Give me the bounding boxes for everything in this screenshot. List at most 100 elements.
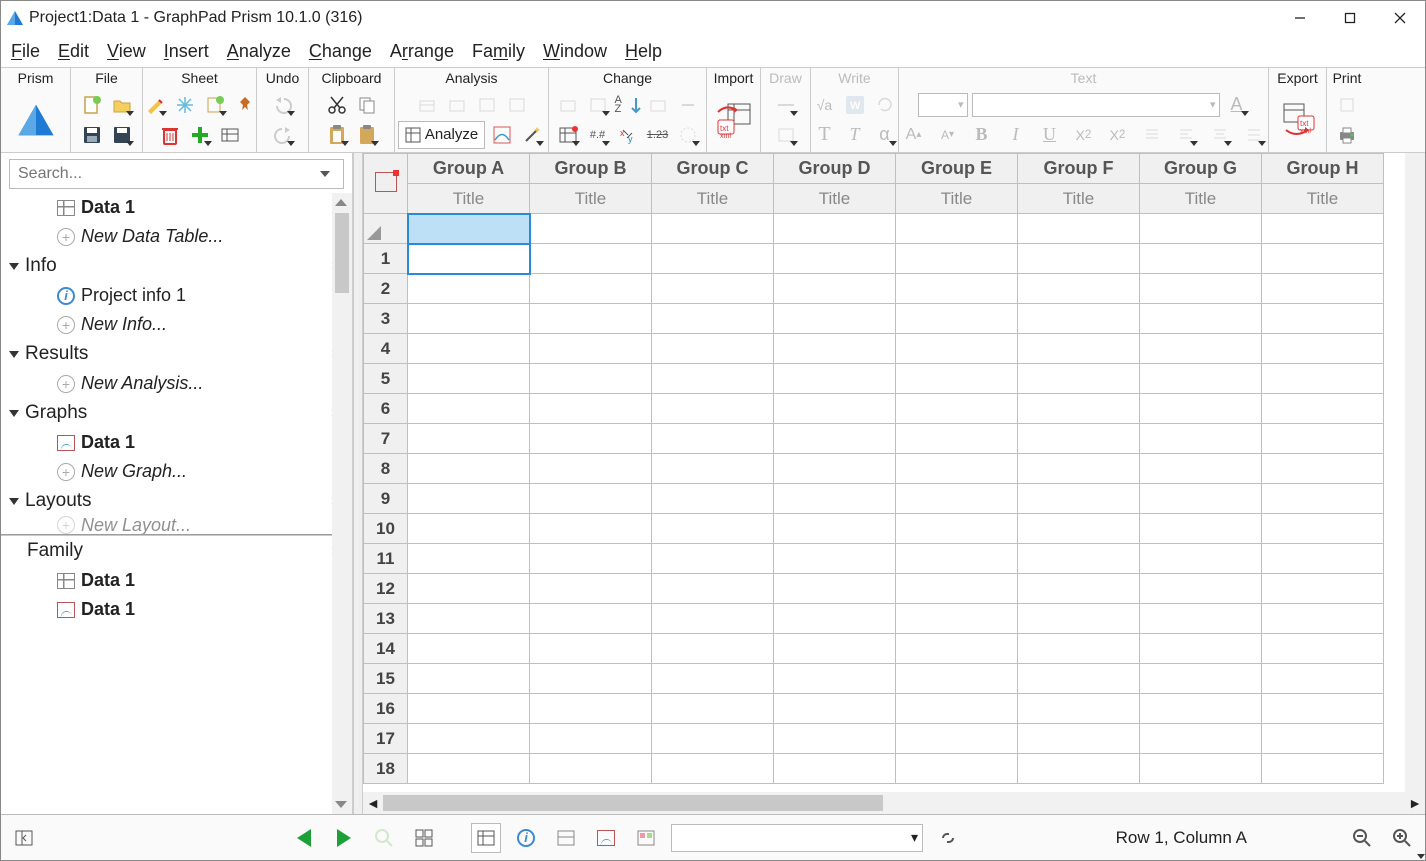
corner-cell[interactable] <box>364 154 408 214</box>
col-header-group-b[interactable]: Group B <box>530 154 652 184</box>
cell[interactable] <box>652 604 774 634</box>
col-header-group-e[interactable]: Group E <box>896 154 1018 184</box>
cell[interactable] <box>408 724 530 754</box>
col-title-h[interactable]: Title <box>1262 184 1384 214</box>
cell[interactable] <box>1018 514 1140 544</box>
save-icon[interactable] <box>79 122 105 148</box>
menu-view[interactable]: View <box>107 41 146 62</box>
cell[interactable] <box>408 514 530 544</box>
cell[interactable] <box>530 334 652 364</box>
nav-new-data-table[interactable]: +New Data Table... <box>1 222 352 251</box>
cell[interactable] <box>652 274 774 304</box>
change-1-icon[interactable] <box>555 92 581 118</box>
cell[interactable] <box>774 574 896 604</box>
cell[interactable] <box>1262 334 1384 364</box>
cell[interactable] <box>530 724 652 754</box>
sheet-edit-icon[interactable] <box>142 92 168 118</box>
cell[interactable] <box>1140 364 1262 394</box>
font-family-dropdown[interactable]: ▾ <box>972 93 1220 117</box>
cell[interactable] <box>652 664 774 694</box>
cell[interactable] <box>1018 274 1140 304</box>
change-2-icon[interactable] <box>585 92 611 118</box>
nav-section-info[interactable]: Info» <box>1 251 352 281</box>
col-title-f[interactable]: Title <box>1018 184 1140 214</box>
cell[interactable] <box>1262 604 1384 634</box>
cell[interactable] <box>1262 304 1384 334</box>
new-file-icon[interactable] <box>79 92 105 118</box>
row-header[interactable]: 17 <box>364 724 408 754</box>
menu-analyze[interactable]: Analyze <box>227 41 291 62</box>
analysis-opt4-icon[interactable] <box>504 91 530 117</box>
magnify-sheet-icon[interactable] <box>369 823 399 853</box>
row-header[interactable]: 9 <box>364 484 408 514</box>
row-header[interactable]: 6 <box>364 394 408 424</box>
cell[interactable] <box>1262 424 1384 454</box>
nav-new-layout[interactable]: +New Layout... <box>1 516 352 534</box>
nav-section-family[interactable]: Family» <box>1 536 352 566</box>
print-icon[interactable] <box>1334 122 1360 148</box>
cell[interactable] <box>530 424 652 454</box>
cell[interactable] <box>1140 664 1262 694</box>
row-header[interactable]: 16 <box>364 694 408 724</box>
cell[interactable] <box>1262 454 1384 484</box>
cell[interactable] <box>652 544 774 574</box>
change-4-icon[interactable] <box>645 92 671 118</box>
cell[interactable] <box>896 484 1018 514</box>
nav-new-graph[interactable]: +New Graph... <box>1 457 352 486</box>
cell[interactable] <box>530 274 652 304</box>
analysis-opt2-icon[interactable] <box>444 91 470 117</box>
cell[interactable] <box>896 694 1018 724</box>
delete-sheet-icon[interactable] <box>157 122 183 148</box>
cell[interactable] <box>408 754 530 784</box>
cell[interactable] <box>1018 664 1140 694</box>
grid-vertical-scrollbar[interactable] <box>1405 153 1425 792</box>
cell[interactable] <box>774 514 896 544</box>
cell[interactable] <box>1262 484 1384 514</box>
cell[interactable] <box>1262 694 1384 724</box>
font-size-dropdown[interactable]: ▾ <box>918 93 968 117</box>
nav-section-results[interactable]: Results» <box>1 339 352 369</box>
row-header[interactable]: 18 <box>364 754 408 784</box>
cell[interactable] <box>408 544 530 574</box>
cell[interactable] <box>530 544 652 574</box>
col-header-group-a[interactable]: Group A <box>408 154 530 184</box>
cell[interactable] <box>774 664 896 694</box>
cell[interactable] <box>408 244 530 274</box>
cell[interactable] <box>1140 244 1262 274</box>
cell[interactable] <box>1140 514 1262 544</box>
cell[interactable] <box>774 754 896 784</box>
cell[interactable] <box>896 334 1018 364</box>
cell[interactable] <box>530 574 652 604</box>
cell[interactable] <box>1140 544 1262 574</box>
cell[interactable] <box>652 574 774 604</box>
cell[interactable] <box>530 514 652 544</box>
cell[interactable] <box>896 544 1018 574</box>
cell[interactable] <box>530 244 652 274</box>
table-settings-icon[interactable] <box>375 172 397 192</box>
analyze-button[interactable]: Analyze <box>398 121 485 149</box>
row-header[interactable]: 2 <box>364 274 408 304</box>
cell[interactable] <box>652 454 774 484</box>
cell[interactable] <box>896 514 1018 544</box>
cell[interactable] <box>1140 754 1262 784</box>
cell[interactable] <box>1140 484 1262 514</box>
row-header[interactable]: 10 <box>364 514 408 544</box>
prism-logo-icon[interactable] <box>16 97 56 143</box>
cell[interactable] <box>1262 514 1384 544</box>
cell[interactable] <box>408 634 530 664</box>
cell[interactable] <box>896 604 1018 634</box>
cell[interactable] <box>1018 394 1140 424</box>
save-as-icon[interactable] <box>109 122 135 148</box>
row-header[interactable]: 1 <box>364 244 408 274</box>
redo-icon[interactable] <box>270 122 296 148</box>
menu-insert[interactable]: Insert <box>164 41 209 62</box>
cell[interactable] <box>652 724 774 754</box>
cell[interactable] <box>652 514 774 544</box>
rename-sheet-icon[interactable] <box>217 122 243 148</box>
col-title-d[interactable]: Title <box>774 184 896 214</box>
nav-new-info[interactable]: +New Info... <box>1 310 352 339</box>
cell[interactable] <box>1018 304 1140 334</box>
cell[interactable] <box>1262 364 1384 394</box>
cell[interactable] <box>408 454 530 484</box>
row-header[interactable]: 7 <box>364 424 408 454</box>
